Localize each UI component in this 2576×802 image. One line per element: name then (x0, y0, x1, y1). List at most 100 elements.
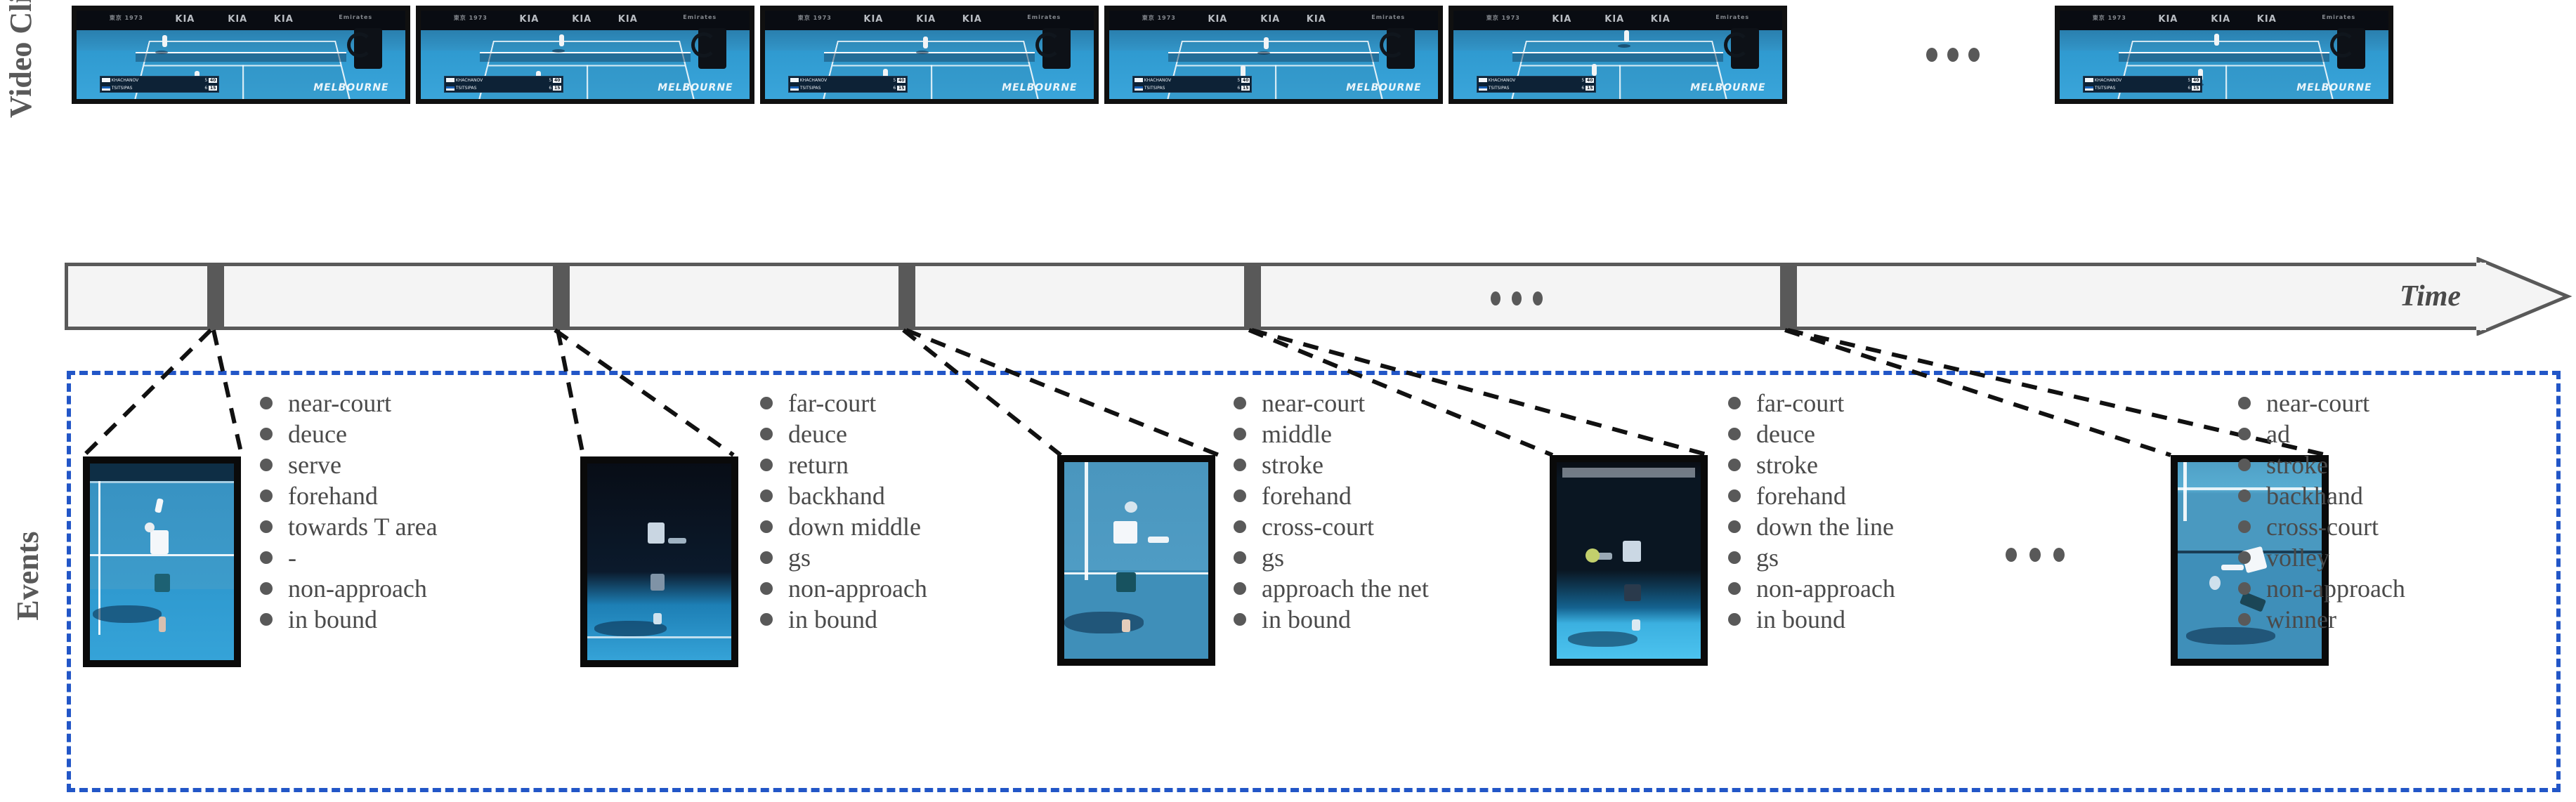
flag-icon (2084, 86, 2093, 91)
event-attribute: approach the net (1262, 574, 1429, 603)
event-attribute: serve (288, 451, 341, 479)
scoreboard-row: TSITSIPAS 6 15 (445, 84, 563, 92)
broadcast-camera (347, 28, 383, 70)
player-shorts (650, 573, 665, 591)
list-item: gs (1728, 542, 1895, 573)
list-item: return (760, 449, 927, 480)
bullet-icon (1728, 459, 1741, 471)
bullet-icon (1234, 397, 1246, 409)
emirates-logo-icon: Emirates (1371, 14, 1406, 21)
list-item: non-approach (760, 573, 927, 604)
scoreboard-row: TSITSIPAS 6 15 (1133, 84, 1251, 92)
bullet-icon (2238, 459, 2251, 471)
player-2-sets: 6 (1581, 86, 1585, 91)
list-item: far-court (1728, 388, 1895, 419)
video-frame-6[interactable]: 東京 1973 KIA KIA KIA Emirates KHACHANOV 5… (2055, 6, 2393, 104)
center-service-line (586, 65, 589, 99)
center-service-line (930, 65, 933, 99)
emirates-logo-icon: Emirates (1715, 14, 1750, 21)
timeline-marker-4[interactable] (1244, 266, 1261, 327)
player-1-points: 40 (1586, 77, 1595, 83)
ellipsis-dot (2029, 548, 2041, 562)
event-attribute: deuce (788, 420, 847, 448)
flag-icon (1134, 86, 1143, 91)
player-shadow (93, 605, 162, 623)
racket-icon (144, 522, 155, 532)
broadcast-camera (2330, 28, 2366, 70)
list-item: far-court (760, 388, 927, 419)
event-attribute: return (788, 451, 849, 479)
event-thumbnail-2[interactable] (580, 456, 738, 667)
event-thumbnail-4[interactable] (1550, 455, 1708, 666)
player-2-sets: 6 (549, 86, 552, 91)
event-attribute-list-5: near-court ad stroke backhand cross-cour… (2238, 388, 2405, 635)
sponsor-banner-left: 東京 1973 (1142, 15, 1176, 22)
video-frame-3[interactable]: 東京 1973 KIA KIA KIA Emirates KHACHANOV 5… (760, 6, 1099, 104)
kia-logo-icon: KIA (273, 14, 294, 25)
kia-logo-icon: KIA (2211, 14, 2231, 25)
list-item: stroke (2238, 449, 2405, 480)
player-2-name: TSITSIPAS (455, 86, 477, 91)
player-1-sets: 5 (1581, 77, 1585, 83)
event-attribute-list-3: near-court middle stroke forehand cross-… (1234, 388, 1429, 635)
event-attribute: gs (1756, 544, 1779, 572)
video-frame-5[interactable]: 東京 1973 KIA KIA KIA Emirates KHACHANOV 5… (1449, 6, 1787, 104)
bullet-icon (1728, 428, 1741, 440)
broadcast-camera (1035, 28, 1071, 70)
event-attribute: in bound (288, 605, 378, 633)
event-thumbnail-1[interactable] (83, 456, 241, 667)
scoreboard: KHACHANOV 5 40 TSITSIPAS 6 15 (1132, 75, 1253, 93)
video-frame-2[interactable]: 東京 1973 KIA KIA KIA Emirates KHACHANOV 5… (416, 6, 754, 104)
video-frame-4[interactable]: 東京 1973 KIA KIA KIA Emirates KHACHANOV 5… (1104, 6, 1443, 104)
scoreboard: KHACHANOV 5 40 TSITSIPAS 6 15 (2082, 75, 2203, 93)
event-attribute: - (288, 544, 296, 572)
timeline-marker-3[interactable] (898, 266, 915, 327)
scoreboard: KHACHANOV 5 40 TSITSIPAS 6 15 (787, 75, 908, 93)
bullet-icon (1728, 551, 1741, 564)
list-item: near-court (2238, 388, 2405, 419)
player-torso (1623, 541, 1642, 562)
player-legs (653, 612, 662, 624)
player-1-sets: 5 (1237, 77, 1241, 83)
event-thumbnail-3[interactable] (1057, 455, 1215, 666)
player-2-sets: 6 (2188, 86, 2191, 91)
event-attribute: backhand (2266, 482, 2363, 510)
event-attribute: deuce (1756, 420, 1815, 448)
service-line (90, 553, 234, 556)
bullet-icon (1728, 397, 1741, 409)
bullet-icon (2238, 489, 2251, 502)
flag-icon (1134, 78, 1143, 83)
list-item: volley (2238, 542, 2405, 573)
timeline-marker-2[interactable] (553, 266, 570, 327)
bullet-icon (260, 551, 273, 564)
list-item: forehand (260, 480, 438, 511)
player-1-name: KHACHANOV (799, 77, 828, 83)
player-shorts (1624, 584, 1642, 601)
scoreboard-row: KHACHANOV 5 40 (445, 77, 563, 84)
timeline-marker-1[interactable] (207, 266, 224, 327)
flag-icon (445, 86, 455, 91)
bullet-icon (1728, 582, 1741, 595)
list-item: down middle (760, 511, 927, 542)
video-frame-1[interactable]: 東京 1973 KIA KIA KIA Emirates KHACHANOV 5… (72, 6, 410, 104)
player-1-points: 40 (209, 77, 218, 83)
list-item: non-approach (1728, 573, 1895, 604)
ellipsis-dot (2053, 548, 2065, 562)
ellipsis-dot (1512, 291, 1522, 305)
net (824, 52, 1035, 62)
player-2-name: TSITSIPAS (1144, 86, 1165, 91)
flag-icon (101, 86, 110, 91)
venue-watermark: MELBOURNE (313, 82, 389, 94)
bullet-icon (1234, 520, 1246, 533)
player-shorts (1116, 572, 1136, 592)
player-1-name: KHACHANOV (111, 77, 139, 83)
list-item: ad (2238, 419, 2405, 449)
service-line (1064, 572, 1208, 574)
player-1-name: KHACHANOV (2094, 77, 2122, 83)
sponsor-banner-left: 東京 1973 (797, 15, 832, 22)
timeline-track[interactable]: Time (65, 263, 2481, 330)
list-item: in bound (1728, 604, 1895, 635)
flag-icon (101, 78, 110, 83)
player-1-points: 40 (553, 77, 562, 83)
timeline-marker-5[interactable] (1780, 266, 1797, 327)
